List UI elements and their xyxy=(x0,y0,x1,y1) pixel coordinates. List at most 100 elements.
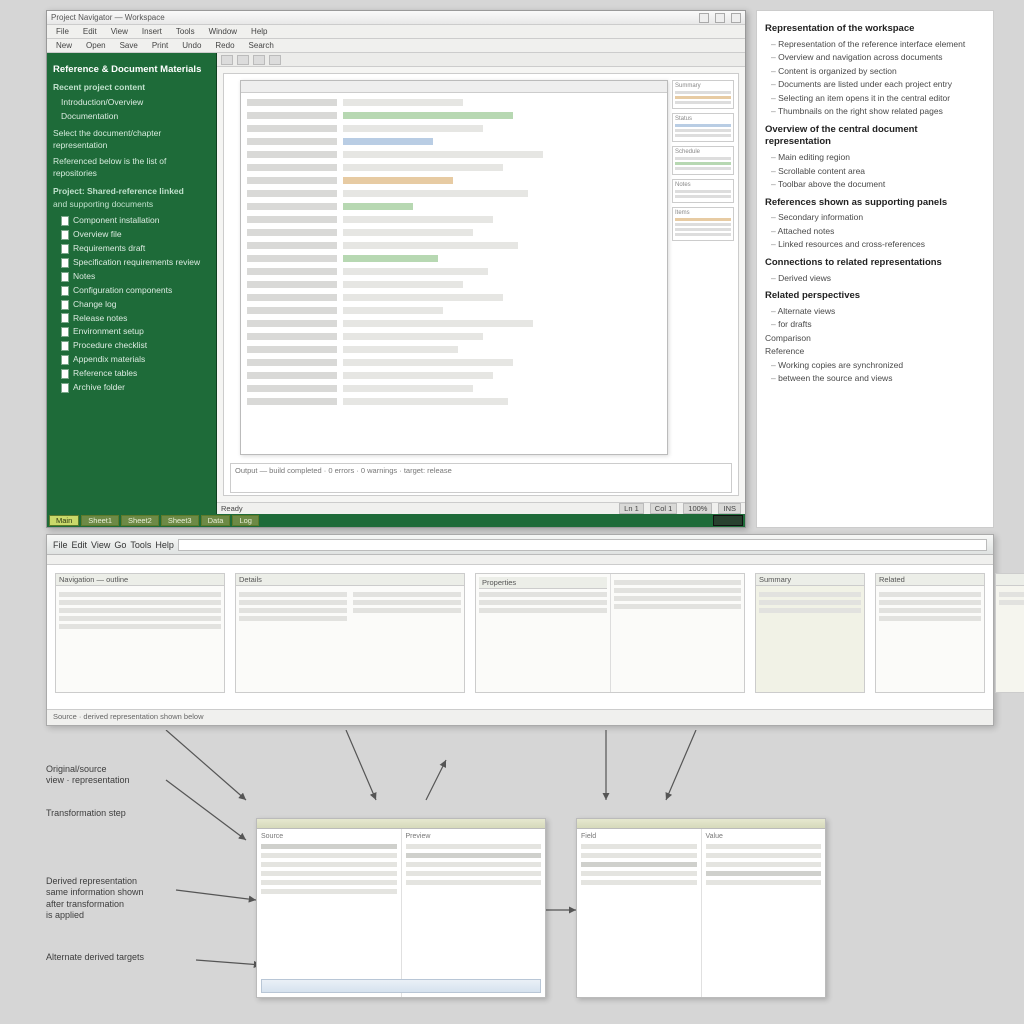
tb-redo[interactable]: Redo xyxy=(212,41,237,50)
sw-menu-go[interactable]: Go xyxy=(114,540,126,550)
panel-card[interactable]: Navigation — outline xyxy=(55,573,225,693)
sidebar-doc-item[interactable]: Release notes xyxy=(57,312,208,326)
thumbnail[interactable]: Status xyxy=(672,113,734,142)
sidebar-doc-item[interactable]: Procedure checklist xyxy=(57,339,208,353)
panel-card[interactable]: Details xyxy=(235,573,465,693)
panel-card[interactable]: Related xyxy=(875,573,985,693)
diagram-mini-window[interactable]: Field Value xyxy=(576,818,826,998)
sidebar-doc-item[interactable]: Archive folder xyxy=(57,381,208,395)
secondary-ruler xyxy=(47,555,993,565)
main-app-window: Project Navigator — Workspace File Edit … xyxy=(46,10,746,528)
document-icon xyxy=(61,383,69,393)
menu-window[interactable]: Window xyxy=(206,27,240,36)
card-title: Navigation — outline xyxy=(56,574,224,586)
maximize-icon[interactable] xyxy=(715,13,725,23)
output-console[interactable]: Output — build completed · 0 errors · 0 … xyxy=(230,463,732,493)
sidebar-note-1: Select the document/chapter representati… xyxy=(53,128,208,152)
sw-menu-tools[interactable]: Tools xyxy=(130,540,151,550)
sidebar-doc-item[interactable]: Component installation xyxy=(57,214,208,228)
document-icon xyxy=(61,258,69,268)
editor-tool-icon[interactable] xyxy=(221,55,233,65)
editor-tool-icon[interactable] xyxy=(237,55,249,65)
sidebar-link-intro[interactable]: Introduction/Overview xyxy=(57,96,208,110)
tb-search[interactable]: Search xyxy=(246,41,277,50)
rp-text: Secondary information xyxy=(771,212,985,223)
rp-text: Documents are listed under each project … xyxy=(771,79,985,90)
secondary-footer: Source · derived representation shown be… xyxy=(47,709,993,725)
status-bar: Ready Ln 1 Col 1 100% INS xyxy=(217,502,745,514)
editor-tool-icon[interactable] xyxy=(269,55,281,65)
sw-menu-view[interactable]: View xyxy=(91,540,110,550)
document-icon xyxy=(61,272,69,282)
tb-new[interactable]: New xyxy=(53,41,75,50)
rp-text: Toolbar above the document xyxy=(771,179,985,190)
panel-card[interactable]: Summary xyxy=(755,573,865,693)
menu-insert[interactable]: Insert xyxy=(139,27,165,36)
diagram-callout: Alternate derived targets xyxy=(46,952,144,963)
diagram-callout: Original/source view · representation xyxy=(46,764,130,787)
sidebar-doc-item[interactable]: Specification requirements review xyxy=(57,256,208,270)
menu-file[interactable]: File xyxy=(53,27,72,36)
sidebar-doc-item[interactable]: Overview file xyxy=(57,228,208,242)
tabbar-end-control[interactable] xyxy=(713,515,743,526)
status-zoom: 100% xyxy=(683,503,712,514)
sidebar-doc-item[interactable]: Requirements draft xyxy=(57,242,208,256)
embedded-window-body[interactable] xyxy=(241,93,667,454)
tab-sheet1[interactable]: Sheet1 xyxy=(81,515,119,526)
rp-heading-5: Related perspectives xyxy=(765,290,985,303)
rp-text: Working copies are synchronized xyxy=(771,360,985,371)
mini-window-header xyxy=(257,819,545,829)
sidebar-doc-item[interactable]: Environment setup xyxy=(57,325,208,339)
minimize-icon[interactable] xyxy=(699,13,709,23)
flow-diagram: Original/source view · representation Tr… xyxy=(46,730,994,1012)
card-title: Related xyxy=(876,574,984,586)
document-area[interactable]: Summary Status Schedule Notes Items Outp… xyxy=(223,73,739,496)
tab-data[interactable]: Data xyxy=(201,515,231,526)
menu-help[interactable]: Help xyxy=(248,27,270,36)
tab-sheet2[interactable]: Sheet2 xyxy=(121,515,159,526)
sidebar-doc-item[interactable]: Notes xyxy=(57,270,208,284)
tab-main[interactable]: Main xyxy=(49,515,79,526)
sw-menu-help[interactable]: Help xyxy=(155,540,174,550)
panel-card[interactable] xyxy=(995,573,1024,693)
menu-view[interactable]: View xyxy=(108,27,131,36)
panel-card[interactable]: Properties xyxy=(475,573,745,693)
rp-text: Alternate views xyxy=(771,306,985,317)
tab-log[interactable]: Log xyxy=(232,515,259,526)
tb-save[interactable]: Save xyxy=(117,41,141,50)
card-title: Details xyxy=(236,574,464,586)
close-icon[interactable] xyxy=(731,13,741,23)
sidebar-section-title: Project: Shared-reference linked xyxy=(53,186,208,198)
thumbnail[interactable]: Notes xyxy=(672,179,734,203)
diagram-mini-window[interactable]: Source Preview xyxy=(256,818,546,998)
embedded-window-header xyxy=(241,81,667,93)
tb-undo[interactable]: Undo xyxy=(179,41,204,50)
sidebar-doc-item[interactable]: Configuration components xyxy=(57,284,208,298)
thumbnail[interactable]: Summary xyxy=(672,80,734,109)
tb-open[interactable]: Open xyxy=(83,41,109,50)
document-icon xyxy=(61,313,69,323)
editor-toolbar xyxy=(217,53,745,67)
sidebar-doc-item[interactable]: Reference tables xyxy=(57,367,208,381)
tab-sheet3[interactable]: Sheet3 xyxy=(161,515,199,526)
tb-print[interactable]: Print xyxy=(149,41,171,50)
editor-tool-icon[interactable] xyxy=(253,55,265,65)
sidebar-subheading: Recent project content xyxy=(53,82,208,94)
status-ready: Ready xyxy=(221,504,243,513)
document-icon xyxy=(61,286,69,296)
sidebar-link-docs[interactable]: Documentation xyxy=(57,110,208,124)
sw-menu-file[interactable]: File xyxy=(53,540,68,550)
sidebar-doc-item[interactable]: Appendix materials xyxy=(57,353,208,367)
rp-text: Content is organized by section xyxy=(771,66,985,77)
sheet-tab-bar: Main Sheet1 Sheet2 Sheet3 Data Log xyxy=(47,514,745,527)
sw-menu-edit[interactable]: Edit xyxy=(72,540,88,550)
menu-tools[interactable]: Tools xyxy=(173,27,198,36)
toolbar: New Open Save Print Undo Redo Search xyxy=(47,39,745,53)
thumbnail[interactable]: Items xyxy=(672,207,734,241)
sidebar-doc-item[interactable]: Change log xyxy=(57,298,208,312)
address-bar[interactable] xyxy=(178,539,987,551)
menu-edit[interactable]: Edit xyxy=(80,27,100,36)
thumbnail[interactable]: Schedule xyxy=(672,146,734,175)
mini-col-header: Field xyxy=(581,833,697,840)
embedded-document-window xyxy=(240,80,668,455)
